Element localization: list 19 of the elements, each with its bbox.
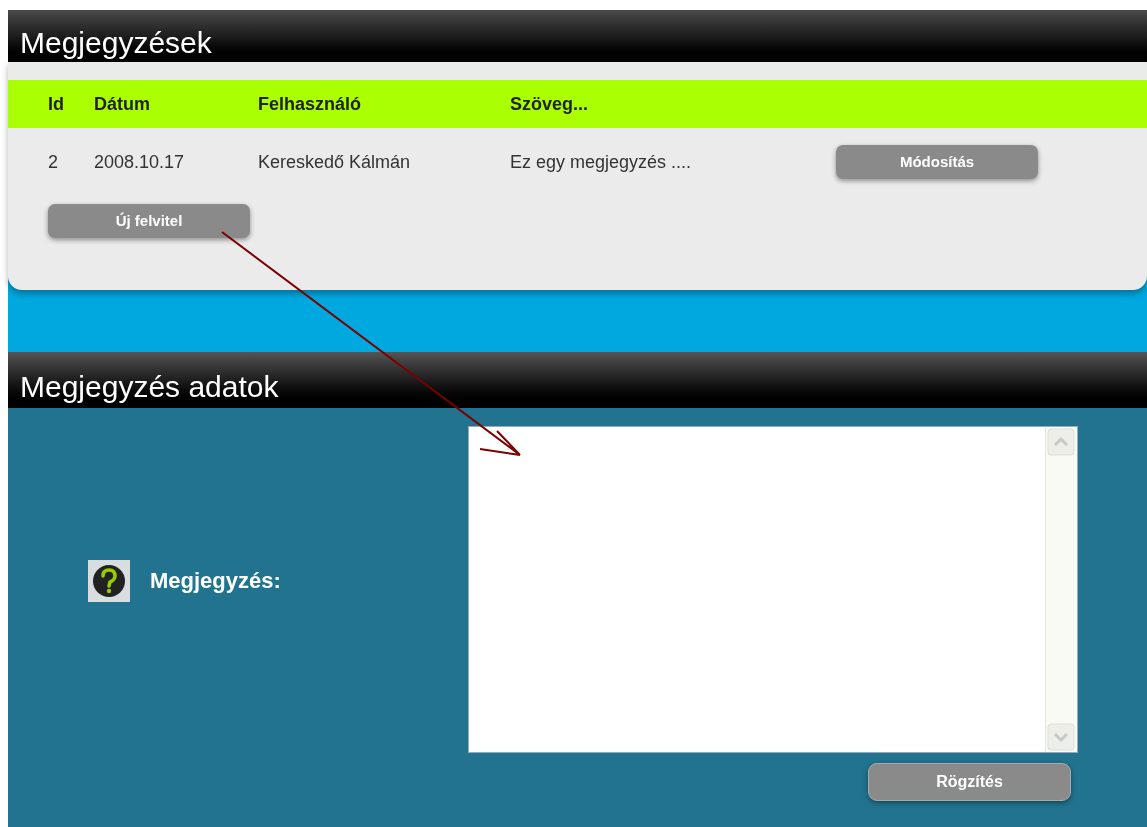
table-cell-text: 2008.10.17	[94, 150, 186, 174]
column-header: Id	[48, 92, 65, 116]
table-cell-text: 2	[48, 150, 59, 174]
panel-title: Megjegyzés adatok	[20, 372, 279, 402]
scroll-down-icon[interactable]	[1046, 722, 1076, 752]
panel-title: Megjegyzések	[20, 28, 212, 58]
field-label: Megjegyzés:	[150, 567, 281, 595]
edit-button[interactable]: Módosítás	[836, 145, 1038, 179]
table-cell-text: Kereskedő Kálmán	[258, 150, 412, 174]
scroll-up-icon[interactable]	[1046, 427, 1076, 457]
column-header: Felhasználó	[258, 92, 363, 116]
column-header: Dátum	[94, 92, 151, 116]
scrollbar[interactable]	[1045, 427, 1077, 752]
column-header: Szöveg...	[510, 92, 590, 116]
new-entry-button[interactable]: Új felvitel	[48, 204, 250, 238]
help-icon	[88, 559, 130, 602]
save-button[interactable]: Rögzítés	[868, 763, 1071, 801]
note-textarea[interactable]	[468, 426, 1078, 753]
table-cell-text: Ez egy megjegyzés ....	[510, 150, 693, 174]
